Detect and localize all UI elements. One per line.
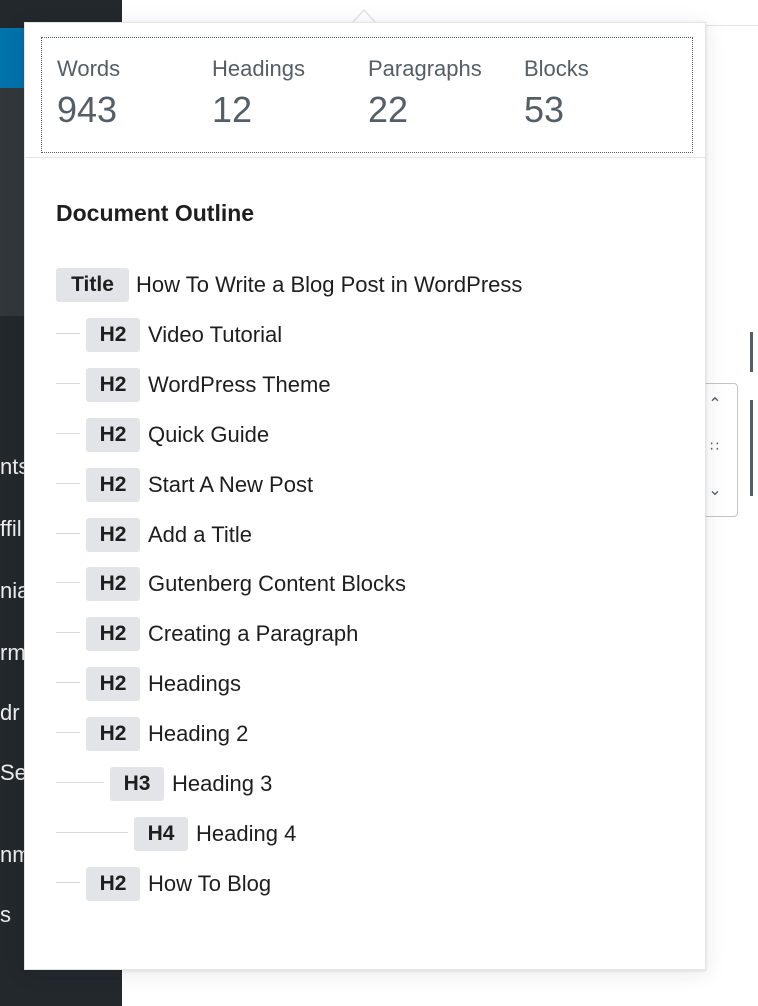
outline-depth-line [56, 333, 80, 334]
outline-item-text: How To Write a Blog Post in WordPress [136, 272, 523, 297]
count-label: Paragraphs [368, 56, 482, 81]
outline-item-text: Heading 4 [196, 821, 297, 846]
document-outline-title: Document Outline [56, 200, 255, 226]
outline-depth-line [56, 882, 80, 883]
outline-depth-line [56, 433, 80, 434]
divider [25, 157, 705, 158]
outline-item-text: Creating a Paragraph [148, 621, 359, 646]
sidebar-item[interactable]: dr . [0, 700, 26, 726]
count-label: Blocks [524, 56, 589, 81]
outline-depth-line [56, 832, 128, 833]
count-value: 12 [212, 89, 253, 130]
outline-depth-line [56, 483, 80, 484]
count-value: 943 [57, 89, 118, 130]
outline-level-badge: H2 [86, 567, 140, 601]
content-structure-popover: Words 943 Headings 12 Paragraphs 22 Bloc… [24, 22, 706, 970]
outline-item[interactable]: H4 Heading 4 [25, 812, 705, 852]
outline-level-badge: H2 [86, 667, 140, 701]
block-edge-indicator [750, 332, 753, 372]
outline-level-badge: Title [56, 268, 129, 302]
outline-item-text: Start A New Post [148, 472, 314, 497]
outline-item-text: Video Tutorial [148, 322, 283, 347]
outline-item-text: Add a Title [148, 522, 252, 547]
sidebar-item[interactable]: rm [0, 640, 26, 666]
outline-level-badge: H2 [86, 318, 140, 352]
block-count: Blocks 53 [524, 56, 589, 132]
outline-depth-line [56, 383, 80, 384]
outline-depth-line [56, 533, 80, 534]
outline-level-badge: H3 [110, 767, 164, 801]
outline-level-badge: H2 [86, 468, 140, 502]
outline-level-badge: H2 [86, 867, 140, 901]
outline-level-badge: H2 [86, 418, 140, 452]
page: nts ffil nia rm dr . Se nm s ⌃ ∷ ⌄ Words… [0, 0, 758, 1006]
outline-depth-line [56, 782, 104, 783]
document-counts: Words 943 Headings 12 Paragraphs 22 Bloc… [41, 37, 693, 153]
outline-item-text: Heading 3 [172, 771, 273, 796]
outline-depth-line [56, 582, 80, 583]
sidebar-item[interactable]: ffil [0, 516, 26, 542]
outline-item-text: Heading 2 [148, 721, 249, 746]
count-label: Words [57, 56, 121, 81]
outline-item[interactable]: H2 How To Blog [25, 862, 705, 902]
outline-depth-line [56, 682, 80, 683]
outline-level-badge: H2 [86, 518, 140, 552]
outline-item[interactable]: Title How To Write a Blog Post in WordPr… [25, 263, 705, 303]
outline-item-text: How To Blog [148, 871, 272, 896]
sidebar-item[interactable]: nia [0, 578, 26, 604]
sidebar-item[interactable]: Se [0, 760, 26, 786]
word-count: Words 943 [57, 56, 120, 132]
count-value: 53 [524, 89, 565, 130]
outline-item[interactable]: H2 Start A New Post [25, 463, 705, 503]
count-label: Headings [212, 56, 305, 81]
sidebar-item[interactable]: s [0, 902, 26, 928]
sidebar-item[interactable]: nm [0, 842, 26, 868]
outline-item[interactable]: H2 Video Tutorial [25, 313, 705, 353]
outline-item-text: WordPress Theme [148, 372, 331, 397]
outline-item-text: Headings [148, 671, 241, 696]
outline-item[interactable]: H2 Add a Title [25, 513, 705, 553]
outline-depth-line [56, 732, 80, 733]
outline-item[interactable]: H2 Gutenberg Content Blocks [25, 562, 705, 602]
outline-item-text: Quick Guide [148, 422, 270, 447]
outline-level-badge: H2 [86, 617, 140, 651]
outline-level-badge: H4 [134, 817, 188, 851]
outline-item-text: Gutenberg Content Blocks [148, 571, 407, 596]
outline-level-badge: H2 [86, 368, 140, 402]
paragraph-count: Paragraphs 22 [368, 56, 482, 132]
block-edge-indicator [750, 400, 753, 496]
outline-item[interactable]: H2 Quick Guide [25, 413, 705, 453]
outline-depth-line [56, 632, 80, 633]
count-value: 22 [368, 89, 409, 130]
outline-item[interactable]: H2 Headings [25, 662, 705, 702]
heading-count: Headings 12 [212, 56, 305, 132]
outline-item[interactable]: H2 Heading 2 [25, 712, 705, 752]
outline-item[interactable]: H2 WordPress Theme [25, 363, 705, 403]
outline-level-badge: H2 [86, 717, 140, 751]
sidebar-item[interactable]: nts [0, 454, 26, 480]
outline-item[interactable]: H2 Creating a Paragraph [25, 612, 705, 652]
outline-item[interactable]: H3 Heading 3 [25, 762, 705, 802]
